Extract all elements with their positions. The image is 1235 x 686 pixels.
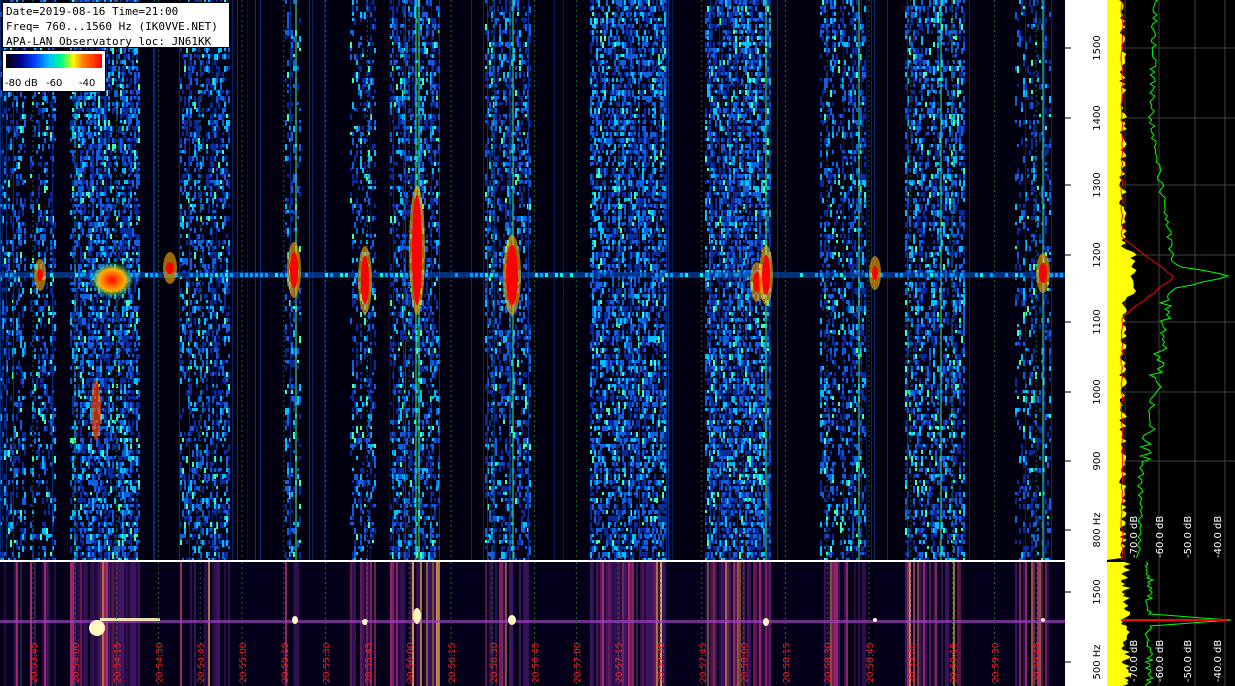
meteor-echo [361,256,369,304]
color-scale-bar [6,54,102,68]
time-label: 20:55:00 [239,642,249,683]
frequency-tick-label: 1500 [1092,579,1103,604]
meteor-echo [37,269,43,281]
meteor-echo [1039,263,1047,283]
time-label: 20:59:00 [908,642,918,683]
spectrum-db-label: -60.0 dB [1155,516,1166,558]
frequency-tick-label: 500 Hz [1092,644,1103,679]
carrier-line [0,272,1065,278]
spectrum-db-label: -50.0 dB [1183,516,1194,558]
observatory-line: APA-LAN Observatory loc: JN61KK [6,35,212,48]
bottom-echo [413,608,421,624]
bottom-waterfall: 20:53:45 20:54:00 20:54:15 20:54:30 20:54:45… [0,562,1065,686]
time-label: 20:54:15 [114,643,124,683]
time-label: 20:59:45 [1033,643,1043,683]
frequency-axis-bottom: 1500 500 Hz [1065,562,1107,686]
legend-label-max: -40 [79,78,96,89]
time-label: 20:57:00 [573,642,583,683]
time-label: 20:55:45 [364,643,374,683]
frequency-axis: 1500 1400 1300 1200 1100 1000 900 800 Hz [1065,0,1107,562]
time-label: 20:56:30 [490,642,500,683]
time-label: 20:56:00 [406,642,416,683]
time-label: 20:57:45 [699,643,709,683]
time-label: 20:59:30 [991,642,1001,683]
frequency-tick-label: 800 Hz [1092,512,1103,547]
spectrum-db-label: -50.0 dB [1183,640,1194,682]
spectrum-panel: -70.0 dB -60.0 dB -50.0 dB -40.0 dB [1107,0,1235,562]
spectrum-panel-bottom: -70.0 dB -60.0 dB -50.0 dB -40.0 dB [1107,562,1235,686]
meteor-echo [412,195,422,305]
spectrum-db-label: -40.0 dB [1213,640,1224,682]
main-waterfall [0,0,1065,560]
frequency-tick-label: 1000 [1092,379,1103,404]
bottom-echo [1041,618,1045,622]
time-label: 20:54:45 [197,643,207,683]
frequency-tick-label: 1400 [1092,105,1103,130]
meteor-echo [290,252,298,288]
frequency-tick-label: 1100 [1092,309,1103,334]
time-label: 20:59:15 [950,643,960,683]
frequency-tick-labels: 1500 1400 1300 1200 1100 1000 900 800 Hz [1065,35,1103,548]
frequency-tick-label: 900 [1092,451,1103,470]
meteor-echo [762,255,770,295]
spectrum-db-label: -70.0 dB [1129,516,1140,558]
bottom-echo [89,620,105,636]
bottom-echo [508,615,516,625]
bottom-echo [292,616,298,624]
spectrum-db-label: -40.0 dB [1213,516,1224,558]
frequency-tick-label: 1500 [1092,35,1103,60]
time-label: 20:54:00 [72,642,82,683]
color-scale-legend: -80 dB -60 -40 [2,50,106,92]
time-label: 20:55:30 [323,642,333,683]
info-header: Date=2019-08-16 Time=21:00 Freq= 760...15… [2,2,230,48]
time-label: 20:57:15 [615,643,625,683]
time-label: 20:58:00 [741,642,751,683]
time-label: 20:57:30 [657,642,667,683]
frequency-range-line: Freq= 760...1560 Hz (IK0VVE.NET) [6,20,218,33]
time-label: 20:58:45 [866,643,876,683]
legend-label-mid: -60 [46,78,63,89]
time-label: 20:56:15 [448,643,458,683]
bottom-echo [763,618,769,626]
large-meteor-echo [90,262,134,298]
frequency-tick-label: 1200 [1092,242,1103,267]
time-label: 20:53:45 [30,643,40,683]
date-time-line: Date=2019-08-16 Time=21:00 [6,5,179,18]
meteor-echo [506,245,518,305]
bottom-echo [873,618,877,622]
time-label: 20:54:30 [155,642,165,683]
spectrum-db-label: -60.0 dB [1155,640,1166,682]
time-label: 20:55:15 [281,643,291,683]
spectrum-db-label: -70.0 dB [1129,640,1140,682]
time-label: 20:56:45 [532,643,542,683]
frequency-tick-label: 1300 [1092,172,1103,197]
legend-label-min: -80 dB [5,78,38,89]
time-label: 20:58:30 [824,642,834,683]
meteor-echo [166,262,174,274]
time-label: 20:58:15 [782,643,792,683]
meteor-echo [872,266,878,280]
